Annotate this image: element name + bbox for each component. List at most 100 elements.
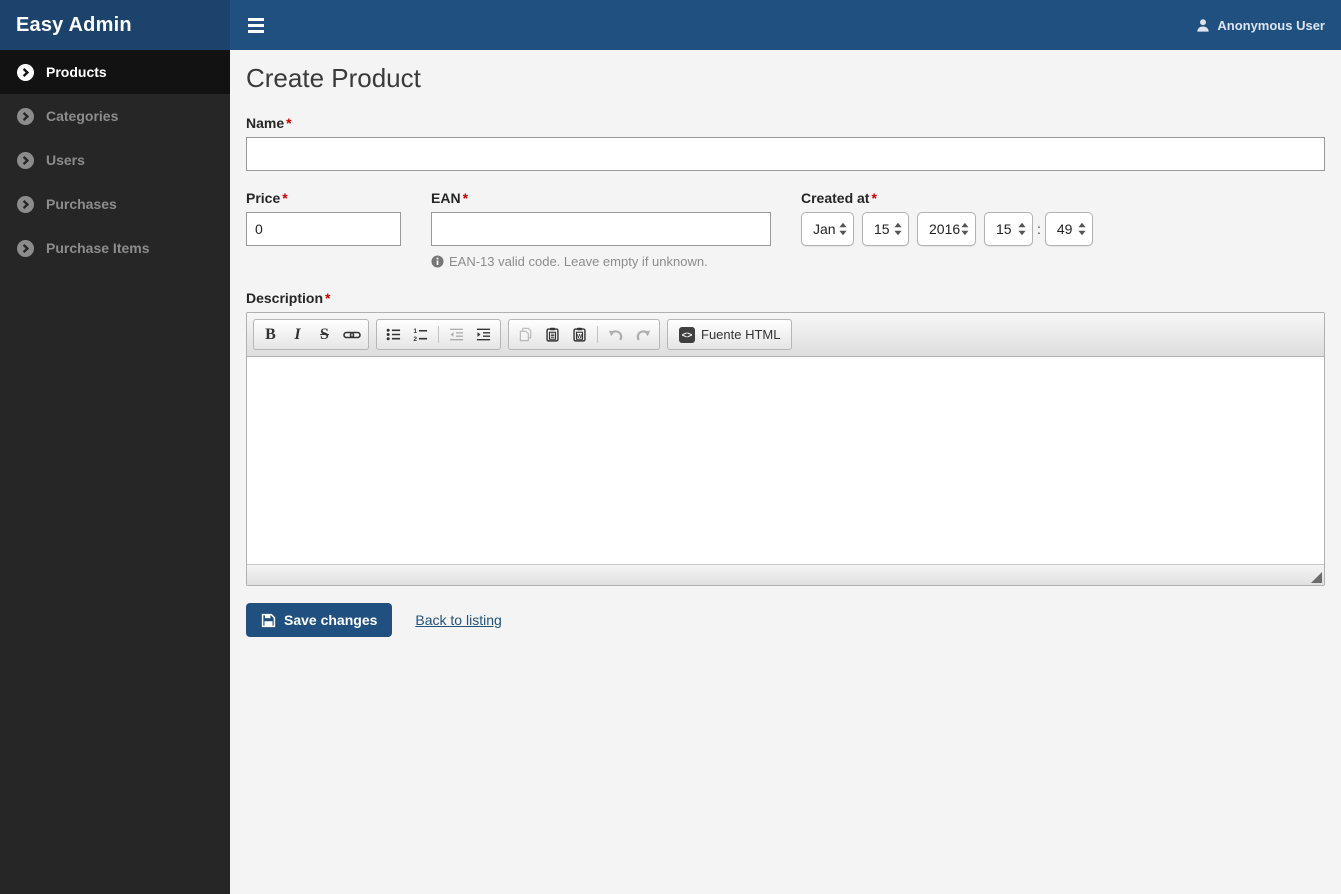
- bulleted-list-icon: [386, 328, 401, 341]
- undo-button[interactable]: [602, 322, 629, 347]
- user-icon: [1196, 18, 1210, 33]
- price-field-group: Price *: [246, 190, 401, 269]
- editor-toolbar: B I S 12 W <> Fuente HTML: [247, 313, 1324, 357]
- editor-resize-handle[interactable]: [1311, 572, 1322, 583]
- html-source-button[interactable]: <> Fuente HTML: [671, 322, 788, 347]
- created-at-label: Created at *: [801, 190, 877, 206]
- link-icon: [342, 331, 361, 338]
- ean-field-group: EAN * EAN-13 valid code. Leave empty if u…: [431, 190, 771, 269]
- back-to-listing-link[interactable]: Back to listing: [415, 612, 501, 628]
- created-at-hour-select[interactable]: 15: [984, 212, 1033, 246]
- created-at-day-select[interactable]: 15: [862, 212, 909, 246]
- required-asterisk: *: [871, 190, 877, 206]
- toolbar-separator: [597, 326, 598, 343]
- description-editor-content[interactable]: [247, 357, 1324, 564]
- form-actions: Save changes Back to listing: [246, 603, 1325, 637]
- link-button[interactable]: [338, 322, 365, 347]
- topbar: Anonymous User: [230, 0, 1341, 50]
- select-arrows-icon: [1018, 222, 1026, 236]
- save-button[interactable]: Save changes: [246, 603, 393, 637]
- user-name: Anonymous User: [1217, 17, 1325, 33]
- outdent-button[interactable]: [443, 322, 470, 347]
- select-arrows-icon: [894, 222, 902, 236]
- required-asterisk: *: [282, 190, 288, 206]
- sidebar-item-users[interactable]: Users: [0, 138, 230, 182]
- undo-icon: [608, 329, 622, 341]
- created-at-year-select[interactable]: 2016: [917, 212, 976, 246]
- outdent-icon: [449, 328, 464, 341]
- paste-from-word-icon: W: [573, 327, 586, 342]
- required-asterisk: *: [462, 190, 469, 206]
- price-input[interactable]: [246, 212, 401, 246]
- menu-toggle-button[interactable]: [246, 14, 266, 37]
- source-code-icon: <>: [679, 326, 695, 343]
- ean-label: EAN *: [431, 190, 469, 206]
- main-content: Create Product Name* Price* EAN*: [230, 50, 1341, 894]
- chevron-circle-right-icon: [17, 239, 34, 257]
- italic-button[interactable]: I: [284, 322, 311, 347]
- create-product-form: Name* Price* EAN* EA: [246, 115, 1325, 637]
- sidebar-item-products[interactable]: Products: [0, 50, 230, 94]
- description-label: Description *: [246, 290, 331, 306]
- chevron-circle-right-icon: [17, 151, 34, 169]
- sidebar-item-categories[interactable]: Categories: [0, 94, 230, 138]
- sidebar-item-label: Purchases: [46, 196, 117, 212]
- copy-icon: [519, 327, 532, 342]
- chevron-circle-right-icon: [17, 63, 34, 81]
- paste-icon: [546, 327, 559, 342]
- indent-icon: [476, 328, 491, 341]
- sidebar-item-purchases[interactable]: Purchases: [0, 182, 230, 226]
- chevron-circle-right-icon: [17, 195, 34, 213]
- price-label: Price *: [246, 190, 288, 206]
- copy-button[interactable]: [512, 322, 539, 347]
- user-menu[interactable]: Anonymous User: [1196, 18, 1325, 33]
- svg-text:2: 2: [413, 336, 417, 342]
- select-arrows-icon: [961, 222, 969, 236]
- strikethrough-button[interactable]: S: [311, 322, 338, 347]
- created-at-field-group: Created at * Jan 15 2016 15: 49: [801, 190, 1093, 269]
- price-ean-created-row: Price* EAN* EAN-13 valid code. Leave emp…: [246, 190, 1325, 269]
- select-arrows-icon: [1078, 222, 1086, 236]
- name-input[interactable]: [246, 137, 1325, 171]
- sidebar-item-label: Purchase Items: [46, 240, 150, 256]
- sidebar-item-label: Users: [46, 152, 85, 168]
- ean-help-text: EAN-13 valid code. Leave empty if unknow…: [431, 254, 771, 269]
- paste-from-word-button[interactable]: W: [566, 322, 593, 347]
- svg-text:1: 1: [413, 328, 417, 335]
- indent-button[interactable]: [470, 322, 497, 347]
- chevron-circle-right-icon: [17, 107, 34, 125]
- sidebar-item-label: Categories: [46, 108, 119, 124]
- info-icon: [431, 255, 444, 268]
- created-at-selects: Jan 15 2016 15 : 49: [801, 212, 1093, 246]
- name-field-group: Name *: [246, 115, 1325, 171]
- ean-input[interactable]: [431, 212, 771, 246]
- description-field-group: Description * B I S 1 2 W <> Fuente HTML: [246, 290, 1325, 586]
- toolbar-group-lists: 12: [376, 319, 501, 350]
- required-asterisk: *: [325, 290, 331, 306]
- sidebar-item-label: Products: [46, 64, 107, 80]
- toolbar-group-basicstyles: B I S: [253, 319, 369, 350]
- sidebar: Easy Admin Products Categories Users Pur…: [0, 0, 230, 894]
- sidebar-item-purchase-items[interactable]: Purchase Items: [0, 226, 230, 270]
- toolbar-group-source: <> Fuente HTML: [667, 319, 793, 350]
- created-at-month-select[interactable]: Jan: [801, 212, 854, 246]
- brand-logo: Easy Admin: [0, 0, 230, 50]
- page-title: Create Product: [246, 63, 421, 93]
- select-arrows-icon: [839, 222, 847, 236]
- redo-button[interactable]: [629, 322, 656, 347]
- save-disk-icon: [261, 613, 276, 628]
- numbered-list-button[interactable]: 12: [407, 322, 434, 347]
- toolbar-group-clipboard: W: [508, 319, 660, 350]
- toolbar-separator: [438, 326, 439, 343]
- redo-icon: [636, 329, 650, 341]
- numbered-list-icon: 12: [413, 328, 428, 342]
- paste-button[interactable]: [539, 322, 566, 347]
- rich-text-editor: B I S 12 W <> Fuente HTML: [246, 312, 1325, 586]
- svg-text:W: W: [577, 334, 583, 340]
- created-at-minute-select[interactable]: 49: [1044, 212, 1093, 246]
- time-separator: :: [1037, 221, 1041, 237]
- bulleted-list-button[interactable]: [380, 322, 407, 347]
- name-label: Name *: [246, 115, 292, 131]
- editor-bottom-bar: [247, 564, 1324, 585]
- bold-button[interactable]: B: [257, 322, 284, 347]
